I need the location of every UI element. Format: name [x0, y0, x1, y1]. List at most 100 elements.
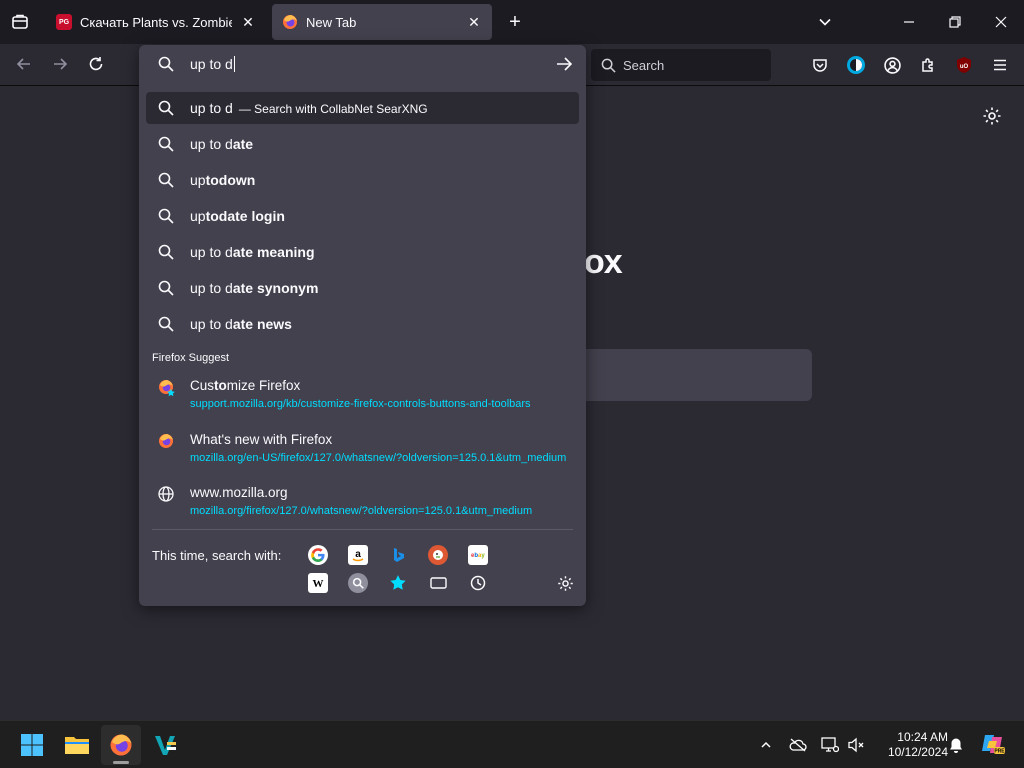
minimize-icon: [904, 21, 914, 23]
start-button[interactable]: [12, 725, 52, 765]
go-arrow-icon[interactable]: [555, 56, 573, 72]
app-menu-button[interactable]: [987, 52, 1013, 78]
firefox-suggest-result[interactable]: www.mozilla.org mozilla.org/firefox/127.…: [146, 482, 579, 530]
restore-button[interactable]: [932, 0, 978, 44]
result-title: mize Firefox: [226, 378, 301, 393]
gear-icon: [983, 107, 1001, 125]
firefox-suggest-result[interactable]: Customize Firefox support.mozilla.org/kb…: [146, 375, 579, 423]
suggestion-completion: ate synonym: [232, 280, 319, 296]
bell-icon: [950, 738, 962, 753]
back-arrow-icon: [16, 58, 30, 70]
search-icon: [158, 280, 174, 296]
search-bar[interactable]: Search: [591, 49, 771, 81]
suggestion-completion: todown: [205, 172, 256, 188]
back-button[interactable]: [10, 50, 38, 78]
account-button[interactable]: [879, 52, 905, 78]
search-icon: [601, 58, 616, 73]
searxng-engine-button[interactable]: [348, 573, 368, 593]
search-suggestion[interactable]: up to date synonym: [146, 272, 579, 304]
extensions-button[interactable]: [915, 52, 941, 78]
firefox-logo-icon: [283, 15, 297, 29]
search-suggestion[interactable]: uptodate login: [146, 200, 579, 232]
bing-engine-button[interactable]: [388, 545, 408, 565]
minimize-button[interactable]: [886, 0, 932, 44]
hamburger-menu-icon: [994, 59, 1006, 71]
duckduckgo-icon: [433, 550, 443, 560]
volume-button[interactable]: [846, 735, 866, 755]
folder-icon: [65, 737, 89, 754]
url-input[interactable]: up to d: [139, 45, 586, 83]
bookmarks-search-button[interactable]: [388, 573, 408, 593]
pocket-button[interactable]: [807, 52, 833, 78]
bing-icon: [394, 548, 404, 562]
gear-icon: [557, 575, 573, 591]
app-logo-icon: [155, 736, 176, 755]
result-title: What's new with Firefox: [190, 432, 333, 447]
page-search-box[interactable]: [586, 349, 812, 401]
chevron-up-icon: [761, 741, 771, 748]
file-explorer-button[interactable]: [57, 725, 97, 765]
reload-icon: [89, 57, 103, 71]
tab-title: New Tab: [306, 14, 357, 30]
copilot-button[interactable]: PRE: [980, 731, 1006, 757]
heuristic-search-result[interactable]: up to d — Search with CollabNet SearXNG: [146, 92, 579, 124]
new-tab-button[interactable]: +: [503, 10, 527, 34]
notifications-button[interactable]: [946, 735, 966, 755]
reload-button[interactable]: [82, 50, 110, 78]
ublock-icon: uO: [957, 57, 971, 73]
network-button[interactable]: [820, 735, 840, 755]
forward-button[interactable]: [46, 50, 74, 78]
search-bar-placeholder: Search: [623, 57, 665, 73]
firefox-view-button[interactable]: [0, 0, 40, 44]
windows-logo-icon: [21, 734, 43, 756]
result-url: mozilla.org/firefox/127.0/whatsnew/?oldv…: [190, 505, 533, 517]
google-engine-button[interactable]: [308, 545, 328, 565]
app-taskbar-button[interactable]: [145, 725, 185, 765]
suggestion-completion: ate: [232, 136, 254, 152]
tab-plants-vs-zombies[interactable]: PG Скачать Plants vs. Zombies "M ✕: [46, 4, 266, 40]
suggestion-prefix: up to d: [190, 280, 233, 296]
search-suggestion[interactable]: up to date meaning: [146, 236, 579, 268]
search-suggestion[interactable]: uptodown: [146, 164, 579, 196]
pg-logo-icon: PG: [56, 14, 72, 30]
clock-icon: [470, 575, 486, 591]
wikipedia-engine-button[interactable]: W: [308, 573, 328, 593]
search-suggestion[interactable]: up to date news: [146, 308, 579, 340]
tab-title: Скачать Plants vs. Zombies "M: [80, 14, 232, 30]
suggestion-prefix: up to d: [190, 136, 233, 152]
search-suggestion[interactable]: up to date: [146, 128, 579, 160]
close-window-button[interactable]: [978, 0, 1024, 44]
history-search-button[interactable]: [468, 573, 488, 593]
tabs-search-button[interactable]: [428, 573, 448, 593]
amazon-engine-button[interactable]: a: [348, 545, 368, 565]
list-all-tabs-button[interactable]: [802, 0, 848, 44]
taskbar-clock[interactable]: 10:24 AM 10/12/2024: [868, 730, 948, 760]
search-icon: [158, 100, 174, 116]
ublock-origin-button[interactable]: uO: [951, 52, 977, 78]
customize-new-tab-button[interactable]: [982, 106, 1004, 128]
result-title: www.mozilla.org: [190, 485, 288, 500]
url-input-value[interactable]: up to d: [190, 56, 235, 72]
search-icon: [158, 172, 174, 188]
firefox-taskbar-button[interactable]: [101, 725, 141, 765]
suggestion-prefix: up: [190, 172, 206, 188]
ebay-engine-button[interactable]: ebay: [468, 545, 488, 565]
firefox-suggest-result[interactable]: What's new with Firefox mozilla.org/en-U…: [146, 429, 579, 477]
close-tab-icon[interactable]: ✕: [240, 14, 256, 30]
half-moon-icon: [847, 56, 865, 74]
speaker-muted-icon: [848, 737, 864, 753]
extension-darkreader-button[interactable]: [843, 52, 869, 78]
svg-text:uO: uO: [960, 64, 969, 70]
svg-text:W: W: [313, 578, 324, 590]
suggestion-prefix: up: [190, 208, 206, 224]
tab-new-tab[interactable]: New Tab ✕: [272, 4, 492, 40]
suggestion-completion: todate login: [205, 208, 285, 224]
wikipedia-icon: W: [313, 578, 324, 590]
show-hidden-icons-button[interactable]: [756, 735, 776, 755]
restore-icon: [949, 16, 961, 28]
result-action: — Search with CollabNet SearXNG: [238, 102, 428, 116]
close-tab-icon[interactable]: ✕: [466, 14, 482, 30]
search-settings-button[interactable]: [555, 573, 575, 593]
duckduckgo-engine-button[interactable]: [428, 545, 448, 565]
onedrive-button[interactable]: [788, 735, 808, 755]
